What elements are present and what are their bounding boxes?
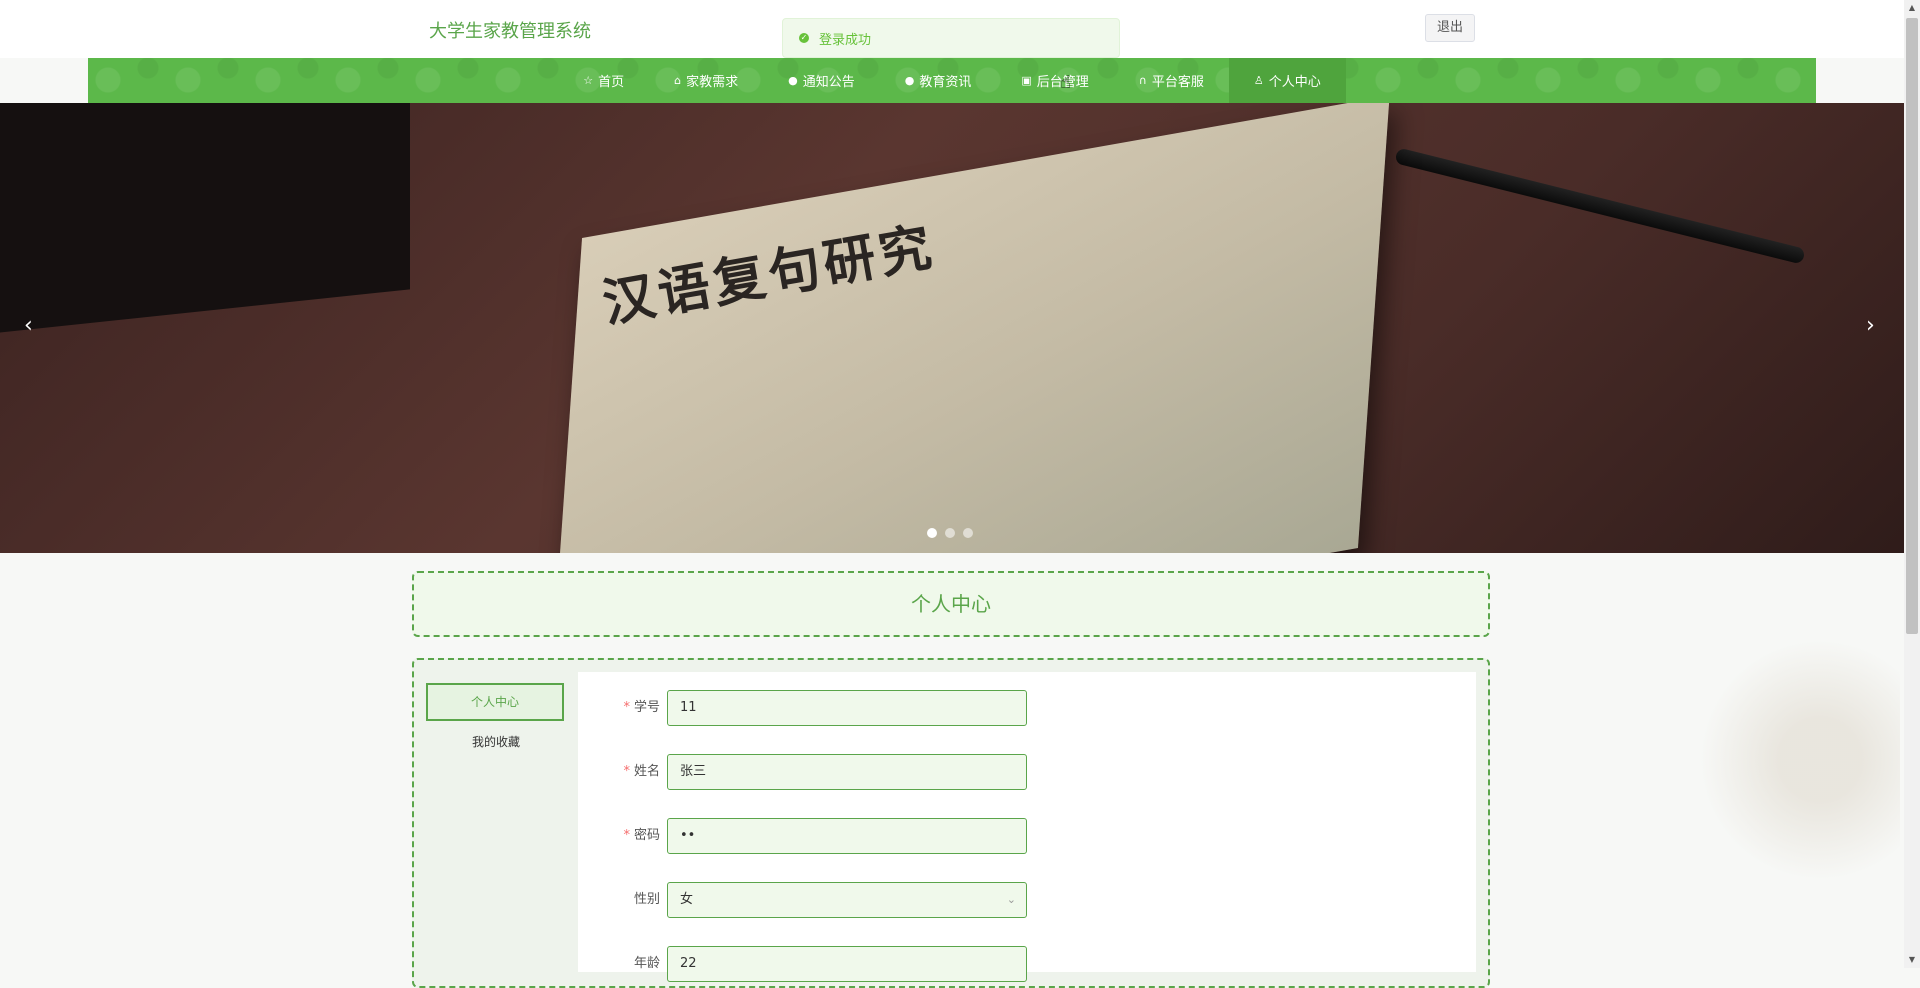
page-scrollbar[interactable]: ▲ ▼ (1904, 0, 1920, 968)
nav-item-customer-service[interactable]: ∩ 平台客服 (1114, 58, 1229, 103)
logout-button[interactable]: 退出 (1425, 14, 1475, 42)
form-row-age: 年龄 22 (578, 946, 1078, 982)
info-icon: ● (788, 74, 798, 87)
nav-item-admin[interactable]: ▣ 后台管理 (996, 58, 1113, 103)
nav-item-label: 通知公告 (802, 75, 855, 90)
toast-message: 登录成功 (819, 32, 872, 48)
mouse-cursor-icon: ☝ (1060, 72, 1071, 93)
sidebar-item-favorites[interactable]: 我的收藏 (426, 733, 566, 750)
main-nav: ☆ 首页 ⌂ 家教需求 ● 通知公告 ● 教育资讯 ▣ 后台管理 ∩ 平台客服 … (88, 58, 1816, 103)
bag-icon: ⌂ (674, 74, 682, 87)
name-field[interactable]: 张三 (667, 754, 1027, 790)
scroll-up-arrow-icon[interactable]: ▲ (1904, 0, 1920, 16)
banner-photo-book (0, 103, 410, 337)
nav-item-label: 教育资讯 (919, 75, 972, 90)
nav-item-label: 平台客服 (1151, 75, 1204, 90)
nav-item-notices[interactable]: ● 通知公告 (763, 58, 880, 103)
form-label: 年龄 (633, 956, 660, 971)
banner-photo-main-book (550, 103, 1390, 553)
box-icon: ▣ (1021, 74, 1032, 87)
form-row-password: * 密码 •• (578, 818, 1078, 854)
check-circle-icon: ✓ (799, 33, 809, 43)
question-icon: ● (904, 74, 915, 87)
chevron-down-icon: ⌄ (1006, 893, 1016, 906)
carousel-dot[interactable] (963, 528, 973, 538)
headset-icon: ∩ (1138, 74, 1147, 87)
form-label: * 学号 (623, 700, 660, 715)
scroll-thumb[interactable] (1906, 18, 1918, 634)
password-field[interactable]: •• (667, 818, 1027, 854)
carousel-next-arrow-icon[interactable]: › (1866, 313, 1875, 338)
flower-decoration (1700, 560, 1900, 960)
gender-select[interactable]: 女 ⌄ (667, 882, 1027, 918)
site-title: 大学生家教管理系统 (429, 21, 591, 42)
student-id-field[interactable]: 11 (667, 690, 1027, 726)
nav-item-label: 家教需求 (686, 75, 739, 90)
nav-item-label: 首页 (598, 75, 625, 90)
carousel-indicators (927, 528, 973, 538)
form-row-student-id: * 学号 11 (578, 690, 1078, 726)
gender-select-value: 女 (680, 892, 694, 907)
success-toast: ✓ 登录成功 (782, 18, 1120, 58)
form-label: 性别 (633, 892, 660, 907)
form-label: * 姓名 (623, 764, 660, 779)
form-row-gender: 性别 女 ⌄ (578, 882, 1078, 918)
nav-item-profile[interactable]: ♙ 个人中心 (1228, 58, 1346, 103)
star-icon: ☆ (583, 74, 594, 87)
form-label: * 密码 (623, 828, 660, 843)
carousel-dot[interactable] (945, 528, 955, 538)
banner-carousel: 汉语复句研究 ‹ › (0, 103, 1904, 553)
nav-item-education-news[interactable]: ● 教育资讯 (880, 58, 997, 103)
form-row-name: * 姓名 张三 (578, 754, 1078, 790)
nav-item-tutoring-demand[interactable]: ⌂ 家教需求 (649, 58, 763, 103)
nav-item-label: 个人中心 (1268, 75, 1321, 90)
user-icon: ♙ (1253, 74, 1264, 87)
carousel-prev-arrow-icon[interactable]: ‹ (24, 313, 33, 338)
carousel-dot[interactable] (927, 528, 937, 538)
age-field[interactable]: 22 (667, 946, 1027, 982)
nav-item-home[interactable]: ☆ 首页 (558, 58, 649, 103)
page-title: 个人中心 (412, 571, 1490, 637)
scroll-down-arrow-icon[interactable]: ▼ (1904, 952, 1920, 968)
banner-photo-pen (1394, 147, 1806, 265)
sidebar-item-profile[interactable]: 个人中心 (426, 683, 564, 721)
